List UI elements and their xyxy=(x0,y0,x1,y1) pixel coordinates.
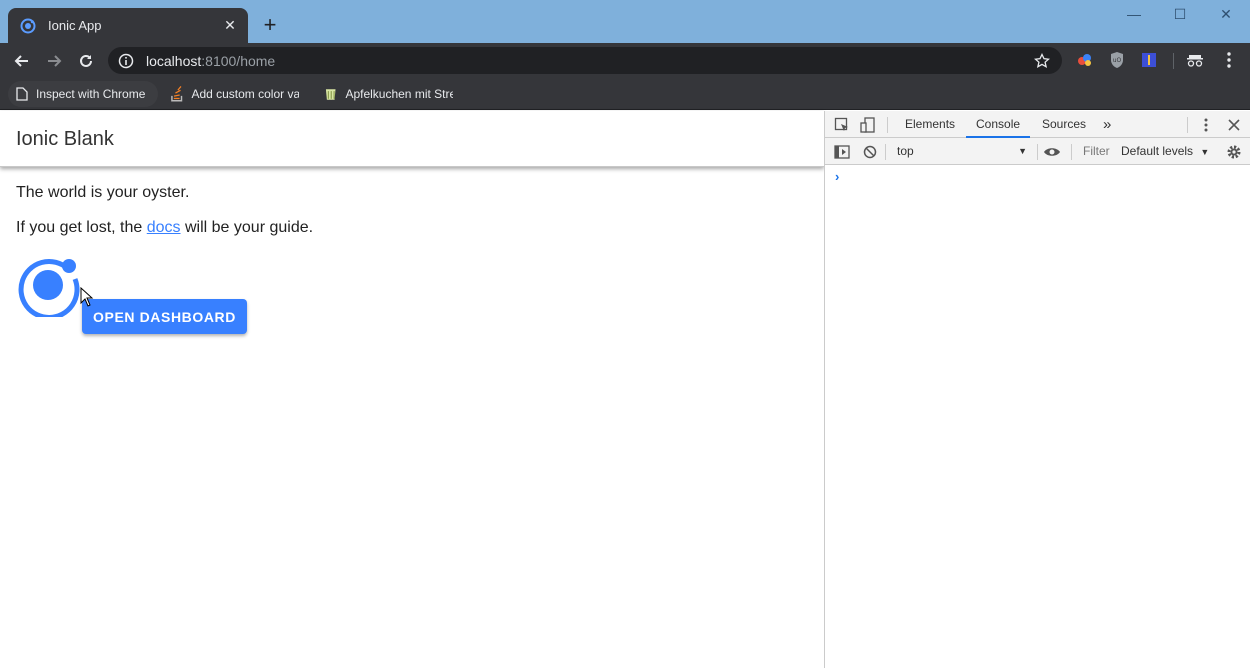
page-icon xyxy=(16,87,28,101)
device-toolbar-icon[interactable] xyxy=(859,116,877,134)
back-arrow-icon xyxy=(14,55,28,67)
dropdown-arrow-icon: ▼ xyxy=(1018,146,1027,156)
address-bar[interactable]: localhost:8100/home xyxy=(108,47,1062,74)
bookmark-star-icon[interactable] xyxy=(1034,52,1050,69)
clear-console-icon[interactable] xyxy=(861,143,879,161)
incognito-icon[interactable] xyxy=(1186,51,1204,69)
tab-title: Ionic App xyxy=(48,18,102,33)
tab-sources[interactable]: Sources xyxy=(1032,111,1096,138)
stackoverflow-icon xyxy=(171,86,183,102)
devtools-panel: Elements Console Sources » top ▼ Filter xyxy=(824,111,1250,668)
close-devtools-icon[interactable] xyxy=(1225,116,1243,134)
live-expression-eye-icon[interactable] xyxy=(1043,143,1061,161)
tab-separator xyxy=(887,117,888,133)
recipe-icon xyxy=(325,89,336,100)
minimize-button[interactable]: — xyxy=(1114,6,1154,26)
more-tabs-icon[interactable]: » xyxy=(1093,111,1121,138)
console-filterbar: top ▼ Filter Default levels ▼ xyxy=(825,138,1250,165)
extension-icon[interactable] xyxy=(1076,51,1094,69)
log-levels-dropdown[interactable]: Default levels ▼ xyxy=(1121,141,1211,161)
console-prompt[interactable]: › xyxy=(835,169,839,184)
extension-blue-icon[interactable] xyxy=(1140,51,1158,69)
context-selector[interactable]: top ▼ xyxy=(891,141,1031,161)
forward-button[interactable] xyxy=(42,49,66,73)
tab-elements[interactable]: Elements xyxy=(895,111,965,138)
inspect-element-icon[interactable] xyxy=(833,116,851,134)
chrome-menu-icon[interactable] xyxy=(1220,51,1238,69)
tab-console[interactable]: Console xyxy=(966,111,1031,138)
maximize-button[interactable]: ☐ xyxy=(1160,6,1200,26)
browser-toolbar: localhost:8100/home uO xyxy=(0,43,1250,78)
devtools-tabbar: Elements Console Sources » xyxy=(825,111,1250,138)
bookmark-apfelkuchen[interactable]: Apfelkuchen mit Stre xyxy=(316,81,461,107)
guide-text: If you get lost, the docs will be your g… xyxy=(16,219,314,236)
info-icon[interactable] xyxy=(118,53,134,69)
filter-separator xyxy=(1071,144,1072,160)
browser-tab[interactable]: Ionic App ✕ xyxy=(8,8,248,43)
filter-separator xyxy=(1037,144,1038,160)
new-tab-button[interactable]: + xyxy=(258,13,282,37)
show-sidebar-icon[interactable] xyxy=(833,143,851,161)
console-settings-gear-icon[interactable] xyxy=(1225,143,1243,161)
oyster-text: The world is your oyster. xyxy=(16,184,190,201)
ublock-shield-icon[interactable]: uO xyxy=(1108,51,1126,69)
dropdown-arrow-icon: ▼ xyxy=(1200,147,1210,157)
reload-button[interactable] xyxy=(74,49,98,73)
devtools-menu-icon[interactable] xyxy=(1197,116,1215,134)
ionic-logo-icon xyxy=(18,259,80,317)
reload-icon xyxy=(80,54,92,67)
app-viewport: Ionic Blank The world is your oyster. If… xyxy=(0,111,824,668)
svg-text:uO: uO xyxy=(1113,57,1122,64)
console-filter-input[interactable]: Filter xyxy=(1077,141,1117,161)
bookmark-add-custom-color[interactable]: Add custom color var xyxy=(162,81,307,107)
tab-close-icon[interactable]: ✕ xyxy=(218,17,242,34)
tab-separator xyxy=(1187,117,1188,133)
mouse-cursor-icon xyxy=(80,287,94,307)
filter-separator xyxy=(885,144,886,160)
window-titlebar: Ionic App ✕ + — ☐ ✕ xyxy=(0,0,1250,43)
close-window-button[interactable]: ✕ xyxy=(1206,6,1246,26)
toolbar-divider xyxy=(1173,53,1174,69)
docs-link[interactable]: docs xyxy=(147,219,181,236)
bookmark-inspect-with-chrome[interactable]: Inspect with Chrome xyxy=(8,81,158,107)
url-text[interactable]: localhost:8100/home xyxy=(146,53,275,69)
bookmarks-bar: Inspect with Chrome Add custom color var… xyxy=(0,78,1250,110)
open-dashboard-button[interactable]: OPEN DASHBOARD xyxy=(82,299,247,334)
forward-arrow-icon xyxy=(48,55,62,67)
page-title: Ionic Blank xyxy=(16,128,114,150)
back-button[interactable] xyxy=(10,49,34,73)
ionic-favicon-icon xyxy=(20,18,36,33)
ion-toolbar: Ionic Blank xyxy=(0,111,824,167)
